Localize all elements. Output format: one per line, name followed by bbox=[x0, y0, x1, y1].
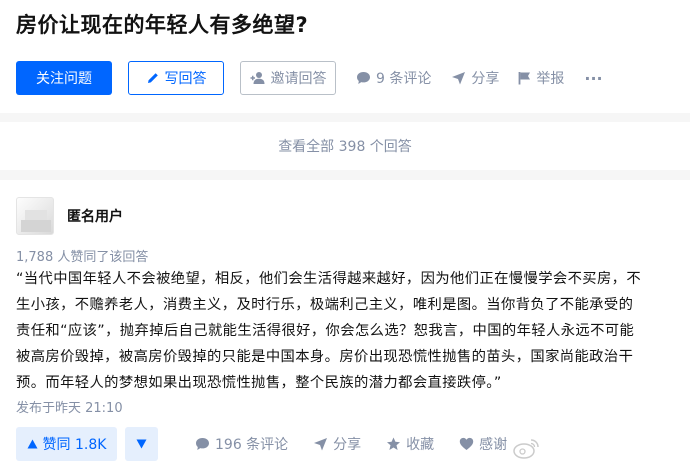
more-options-button[interactable]: ··· bbox=[584, 69, 602, 88]
answer-line: 被高房价毁掉，被高房价毁掉的只能是中国本身。房价出现恐慌性抛售的苗头，国家尚能政… bbox=[16, 349, 634, 365]
answer-share-label: 分享 bbox=[333, 437, 362, 453]
answer-share-button[interactable]: 分享 bbox=[313, 434, 361, 454]
question-comments-button[interactable]: 9 条评论 bbox=[356, 68, 431, 88]
question-share-button[interactable]: 分享 bbox=[451, 68, 499, 88]
answer-actions: 赞同 1.8K 196 条评论 分享 收藏 感谢 bbox=[16, 427, 507, 461]
report-label: 举报 bbox=[536, 71, 565, 87]
share-icon bbox=[451, 71, 466, 85]
question-actions: 关注问题 写回答 邀请回答 9 条评论 分享 举报 ··· bbox=[16, 61, 603, 95]
answer-content: “当代中国年轻人不会被绝望，相反，他们会生活得越来越好，因为他们正在慢慢学会不买… bbox=[16, 266, 676, 396]
answer-line: 责任和“应该”，抛弃掉后自己就能生活得很好，你会怎么选？恕我言，中国的年轻人永远… bbox=[16, 323, 635, 339]
favorite-label: 收藏 bbox=[406, 437, 435, 453]
thanks-button[interactable]: 感谢 bbox=[459, 434, 507, 454]
answer-line: 生小孩，不赡养老人，消费主义，及时行乐，极端利己主义，唯利是图。当你背负了不能承… bbox=[16, 297, 634, 313]
view-all-answers-label: 查看全部 398 个回答 bbox=[278, 139, 412, 155]
view-all-answers-link[interactable]: 查看全部 398 个回答 bbox=[0, 122, 690, 170]
invite-answer-label: 邀请回答 bbox=[270, 71, 327, 87]
write-answer-button[interactable]: 写回答 bbox=[128, 61, 224, 95]
triangle-down-icon bbox=[136, 439, 147, 449]
star-icon bbox=[386, 437, 401, 451]
avatar[interactable] bbox=[16, 197, 54, 235]
invite-answer-button[interactable]: 邀请回答 bbox=[240, 61, 336, 95]
question-header: 房价让现在的年轻人有多绝望? 关注问题 写回答 邀请回答 9 条评论 分享 举报… bbox=[0, 0, 690, 113]
question-share-label: 分享 bbox=[471, 71, 500, 87]
answer-comments-label: 196 条评论 bbox=[215, 437, 289, 453]
publish-date[interactable]: 发布于昨天 21:10 bbox=[16, 397, 123, 416]
answer-card: 匿名用户 1,788 人赞同了该回答 “当代中国年轻人不会被绝望，相反，他们会生… bbox=[0, 180, 690, 467]
comment-icon bbox=[195, 437, 210, 451]
weibo-watermark-icon bbox=[512, 436, 540, 460]
downvote-button[interactable] bbox=[125, 427, 158, 461]
thanks-label: 感谢 bbox=[479, 437, 508, 453]
favorite-button[interactable]: 收藏 bbox=[386, 434, 434, 454]
question-comments-label: 9 条评论 bbox=[376, 71, 432, 87]
flag-icon bbox=[518, 71, 531, 85]
answer-line: “当代中国年轻人不会被绝望，相反，他们会生活得越来越好，因为他们正在慢慢学会不买… bbox=[16, 271, 642, 287]
comment-icon bbox=[356, 71, 371, 85]
follow-question-label: 关注问题 bbox=[36, 71, 92, 87]
upvote-button[interactable]: 赞同 1.8K bbox=[16, 427, 117, 461]
more-options-label: ··· bbox=[584, 68, 603, 88]
author-name[interactable]: 匿名用户 bbox=[67, 206, 123, 226]
follow-question-button[interactable]: 关注问题 bbox=[16, 61, 112, 95]
upvote-count-text: 1,788 人赞同了该回答 bbox=[16, 250, 149, 265]
heart-icon bbox=[459, 437, 474, 451]
triangle-up-icon bbox=[27, 439, 38, 449]
invite-user-icon bbox=[250, 71, 266, 85]
answer-comments-button[interactable]: 196 条评论 bbox=[195, 434, 288, 454]
pencil-icon bbox=[146, 71, 160, 85]
write-answer-label: 写回答 bbox=[164, 71, 207, 87]
report-button[interactable]: 举报 bbox=[518, 68, 564, 88]
share-icon bbox=[313, 437, 328, 451]
question-title: 房价让现在的年轻人有多绝望? bbox=[16, 13, 309, 37]
answer-line: 预。而年轻人的梦想如果出现恐慌性抛售，整个民族的潜力都会直接跌停。” bbox=[16, 375, 502, 391]
upvote-label: 赞同 1.8K bbox=[42, 437, 107, 453]
